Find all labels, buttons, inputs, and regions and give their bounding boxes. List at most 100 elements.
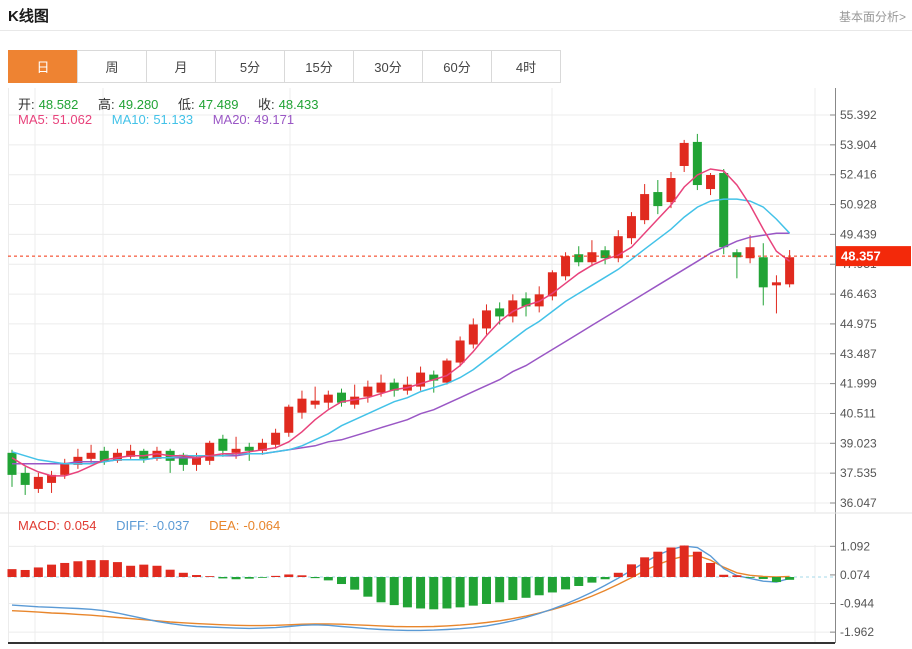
candle-down[interactable] [601,250,610,258]
macd-bar-negative[interactable] [772,577,781,582]
macd-bar-positive[interactable] [680,546,689,577]
macd-axis-label: 1.092 [840,539,870,553]
macd-bar-positive[interactable] [732,575,741,577]
macd-bar-positive[interactable] [113,562,122,577]
macd-bar-negative[interactable] [245,577,254,579]
macd-bar-negative[interactable] [508,577,517,600]
macd-bar-negative[interactable] [456,577,465,607]
macd-bar-negative[interactable] [232,577,241,579]
candle-up[interactable] [772,282,781,285]
candle-up[interactable] [680,143,689,166]
candle-up[interactable] [205,443,214,461]
macd-bar-negative[interactable] [258,577,267,578]
candle-up[interactable] [324,395,333,403]
macd-bar-negative[interactable] [363,577,372,597]
candle-up[interactable] [785,257,794,284]
candle-down[interactable] [719,173,728,247]
macd-bar-negative[interactable] [469,577,478,606]
candle-up[interactable] [363,387,372,397]
macd-bar-positive[interactable] [271,576,280,577]
macd-bar-positive[interactable] [653,552,662,577]
macd-bar-positive[interactable] [719,575,728,577]
candle-up[interactable] [377,383,386,393]
macd-bar-positive[interactable] [627,564,636,577]
candle-up[interactable] [271,433,280,445]
candle-up[interactable] [87,453,96,459]
macd-bar-positive[interactable] [693,552,702,577]
macd-bar-negative[interactable] [574,577,583,586]
macd-bar-positive[interactable] [205,576,214,577]
candle-up[interactable] [640,194,649,220]
macd-bar-negative[interactable] [587,577,596,583]
macd-bar-negative[interactable] [337,577,346,584]
macd-bar-negative[interactable] [390,577,399,605]
macd-bar-negative[interactable] [759,577,768,579]
candle-up[interactable] [587,252,596,262]
candle-up[interactable] [442,361,451,383]
candle-up[interactable] [284,407,293,433]
candle-down[interactable] [495,308,504,316]
macd-bar-positive[interactable] [87,560,96,577]
candle-down[interactable] [245,447,254,451]
candle-up[interactable] [60,463,69,475]
macd-bar-positive[interactable] [139,565,148,577]
macd-bar-positive[interactable] [614,573,623,577]
macd-bar-negative[interactable] [218,577,227,578]
macd-bar-positive[interactable] [152,566,161,577]
macd-bar-negative[interactable] [377,577,386,602]
macd-bar-positive[interactable] [21,570,30,577]
candle-down[interactable] [21,473,30,485]
macd-bar-negative[interactable] [482,577,491,604]
macd-bar-positive[interactable] [706,563,715,577]
candle-up[interactable] [34,477,43,489]
macd-bar-positive[interactable] [34,567,43,577]
macd-bar-negative[interactable] [535,577,544,595]
candle-up[interactable] [535,294,544,306]
candlestick-series[interactable] [8,134,795,495]
macd-bar-positive[interactable] [640,557,649,577]
macd-bar-negative[interactable] [601,577,610,579]
macd-bar-negative[interactable] [495,577,504,602]
macd-bar-positive[interactable] [284,574,293,577]
candle-up[interactable] [706,175,715,189]
candle-up[interactable] [469,324,478,344]
macd-bar-negative[interactable] [522,577,531,598]
candle-up[interactable] [232,449,241,453]
candle-up[interactable] [456,340,465,362]
candle-down[interactable] [653,192,662,206]
macd-bar-positive[interactable] [192,575,201,577]
macd-bar-negative[interactable] [548,577,557,592]
macd-bar-positive[interactable] [73,561,82,577]
candle-down[interactable] [574,254,583,262]
candle-down[interactable] [218,439,227,451]
macd-bar-negative[interactable] [311,577,320,578]
candle-up[interactable] [561,256,570,276]
macd-bar-negative[interactable] [746,577,755,578]
macd-bar-positive[interactable] [126,566,135,577]
candle-up[interactable] [482,310,491,328]
ma20-label: MA20: [213,112,251,127]
macd-bar-negative[interactable] [403,577,412,607]
macd-bar-negative[interactable] [561,577,570,589]
macd-bar-positive[interactable] [297,575,306,577]
candle-up[interactable] [311,401,320,405]
macd-bar-positive[interactable] [100,560,109,577]
macd-bar-positive[interactable] [166,570,175,577]
macd-bar-negative[interactable] [785,577,794,580]
macd-bar-negative[interactable] [350,577,359,590]
macd-bar-positive[interactable] [8,569,17,577]
close-value: 48.433 [279,97,319,112]
candle-up[interactable] [297,399,306,413]
macd-bar-positive[interactable] [47,565,56,577]
candle-up[interactable] [667,178,676,202]
macd-bar-positive[interactable] [667,547,676,577]
macd-axis-label: -0.944 [840,597,874,611]
macd-bar-positive[interactable] [179,573,188,577]
macd-bar-negative[interactable] [442,577,451,608]
macd-bar-negative[interactable] [416,577,425,608]
macd-bar-negative[interactable] [324,577,333,580]
candle-up[interactable] [627,216,636,238]
macd-bar-negative[interactable] [429,577,438,609]
macd-bar-positive[interactable] [60,563,69,577]
candle-down[interactable] [759,257,768,287]
